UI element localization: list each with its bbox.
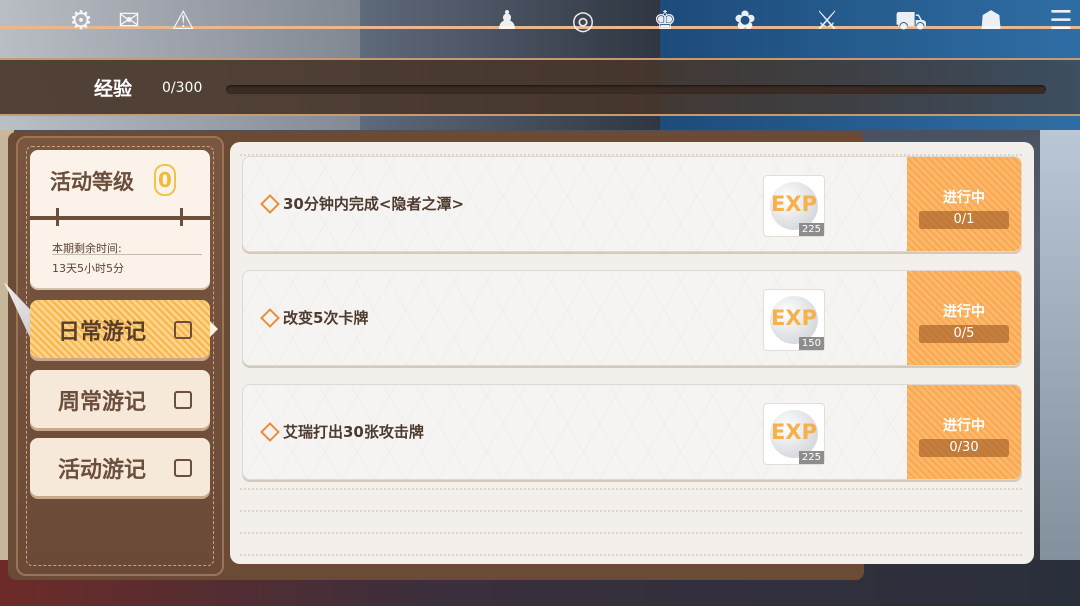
tab-label: 活动游记 <box>58 458 147 483</box>
gift-icon[interactable]: ✿ <box>728 6 762 36</box>
mail-icon[interactable]: ✉ <box>112 6 146 36</box>
task-row: 艾瑞打出30张攻击牌 EXP 225 进行中 0/30 <box>242 384 1022 480</box>
task-row: 30分钟内完成<隐者之潭> EXP 225 进行中 0/1 <box>242 156 1022 252</box>
reward-label: EXP <box>771 420 817 444</box>
reward-item[interactable]: EXP 150 <box>763 289 825 351</box>
task-name: 改变5次卡牌 <box>283 309 369 327</box>
task-status-button[interactable]: 进行中 0/1 <box>907 157 1021 251</box>
reward-label: EXP <box>771 192 817 216</box>
task-row: 改变5次卡牌 EXP 150 进行中 0/5 <box>242 270 1022 366</box>
tab-weekly-journal[interactable]: 周常游记 <box>30 370 210 428</box>
wardrobe-icon[interactable]: ♚ <box>648 6 682 36</box>
task-status-label: 进行中 <box>943 304 985 320</box>
remaining-time-value: 13天5小时5分 <box>52 262 124 275</box>
task-progress: 0/5 <box>919 325 1009 343</box>
activity-level-card: 活动等级 0 本期剩余时间: 13天5小时5分 <box>30 150 210 288</box>
checkbox-icon <box>174 321 192 339</box>
tab-event-journal[interactable]: 活动游记 <box>30 438 210 496</box>
character-icon[interactable]: ♟ <box>490 6 524 36</box>
reward-item[interactable]: EXP 225 <box>763 403 825 465</box>
reward-label: EXP <box>771 306 817 330</box>
battle-icon[interactable]: ⚔ <box>810 6 844 36</box>
reward-item[interactable]: EXP 225 <box>763 175 825 237</box>
activity-level-title: 活动等级 <box>50 170 134 194</box>
task-status-button[interactable]: 进行中 0/30 <box>907 385 1021 479</box>
exp-value: 0/300 <box>162 80 203 96</box>
level-tick <box>56 208 59 226</box>
tab-label: 周常游记 <box>58 390 147 415</box>
task-name: 艾瑞打出30张攻击牌 <box>283 423 424 441</box>
top-menu-bar: ⚙ ✉ ⚠ ♟ ◎ ♚ ✿ ⚔ ⛟ ☗ ☰ <box>0 0 1080 44</box>
tab-daily-journal[interactable]: 日常游记 <box>30 300 218 358</box>
level-tick <box>180 208 183 226</box>
exp-progress-track <box>226 85 1046 94</box>
shop-icon[interactable]: ⛟ <box>894 6 928 36</box>
tab-label: 日常游记 <box>58 320 147 345</box>
bag-icon[interactable]: ☗ <box>974 6 1008 36</box>
task-name: 30分钟内完成<隐者之潭> <box>283 195 465 213</box>
task-status-label: 进行中 <box>943 190 985 206</box>
task-progress: 0/30 <box>919 439 1009 457</box>
task-status-label: 进行中 <box>943 418 985 434</box>
exp-label: 经验 <box>94 78 133 100</box>
checkbox-icon <box>174 391 192 409</box>
task-progress: 0/1 <box>919 211 1009 229</box>
checkbox-icon <box>174 459 192 477</box>
reward-count: 150 <box>798 337 824 350</box>
exp-bar: 经验 0/300 <box>0 58 1080 116</box>
notice-icon[interactable]: ⚠ <box>166 6 200 36</box>
reward-count: 225 <box>798 451 824 464</box>
reward-count: 225 <box>798 223 824 236</box>
settings-icon[interactable]: ⚙ <box>64 6 98 36</box>
selected-arrow-icon <box>210 321 218 337</box>
camera-icon[interactable]: ◎ <box>566 6 600 36</box>
more-icon[interactable]: ☰ <box>1044 6 1078 36</box>
activity-level-number: 0 <box>154 164 176 196</box>
task-status-button[interactable]: 进行中 0/5 <box>907 271 1021 365</box>
